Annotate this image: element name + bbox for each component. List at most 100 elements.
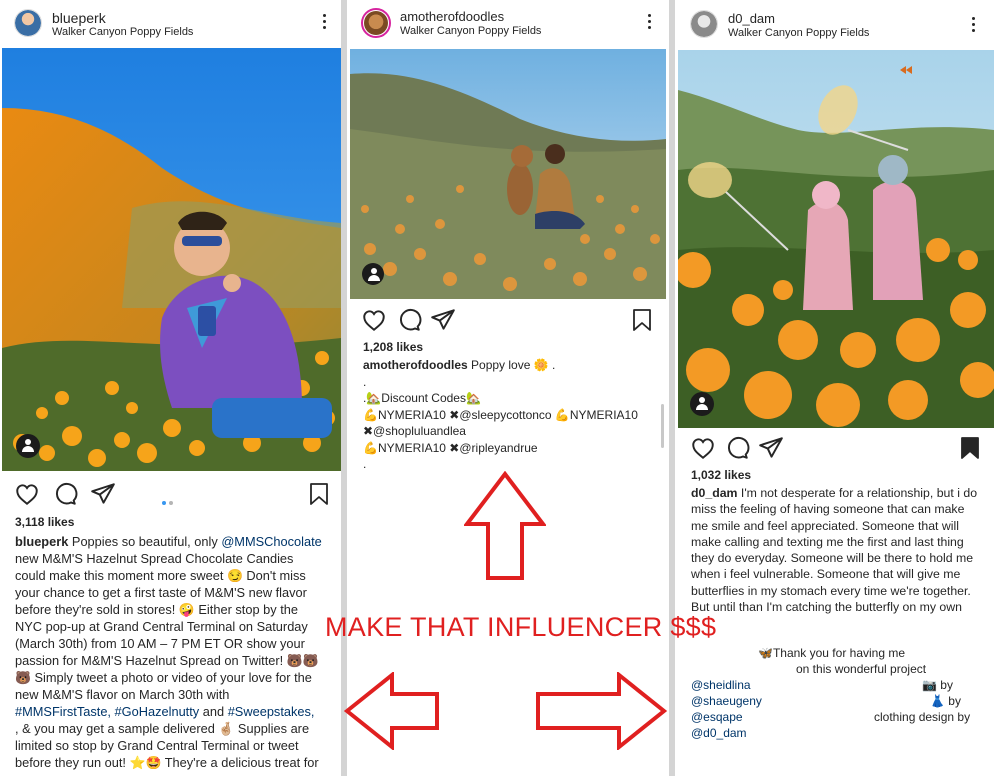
- caption-line: miss the feeling of having someone that …: [691, 502, 965, 517]
- arrow-right-icon: [536, 672, 667, 750]
- caption-username[interactable]: d0_dam: [691, 486, 737, 500]
- mention-d0-dam[interactable]: @d0_dam: [691, 726, 747, 740]
- caption-line: 💪NYMERIA10 ✖@sleepycottonco 💪NYMERIA10: [363, 407, 638, 422]
- caption-line: before they're sold in stores! 🤪 Either …: [15, 602, 298, 617]
- arrow-left-icon: [344, 672, 439, 750]
- bookmark-icon[interactable]: [309, 482, 329, 506]
- mention-shaeugeny[interactable]: @shaeugeny: [691, 694, 762, 708]
- arrow-up-icon: [464, 471, 546, 580]
- caption: amotherofdoodles Poppy love 🌼 . . .🏡Disc…: [363, 357, 656, 472]
- tagged-user-icon[interactable]: [690, 392, 714, 416]
- butterfly-catching-photo: [678, 50, 994, 428]
- caption-line: could make this moment more sweet 😏 Don'…: [15, 568, 306, 583]
- avatar[interactable]: [361, 8, 391, 38]
- caption-line: new M&M'S flavor on March 30th with: [15, 687, 230, 702]
- caption-line: But until than I'm catching the butterfl…: [691, 600, 962, 615]
- caption-line: .🏡Discount Codes🏡: [363, 391, 481, 405]
- caption-username[interactable]: amotherofdoodles: [363, 358, 468, 372]
- post-amotherofdoodles: amotherofdoodles Walker Canyon Poppy Fie…: [350, 0, 666, 472]
- more-options-icon[interactable]: [970, 17, 976, 35]
- caption-username[interactable]: blueperk: [15, 534, 68, 549]
- share-icon[interactable]: [758, 435, 784, 461]
- caption-text: Poppy love 🌼 .: [471, 358, 556, 372]
- comment-icon[interactable]: [396, 307, 422, 333]
- caption-line: , & you may get a sample delivered 🤞🏼 Su…: [15, 721, 310, 736]
- caption-line: Poppies so beautiful, only: [71, 534, 218, 549]
- caption-line: I'm not desperate for a relationship, bu…: [740, 486, 978, 500]
- credit-text: clothing design by: [874, 710, 971, 724]
- caption-line: make calling and texting me the first an…: [691, 534, 964, 549]
- avatar[interactable]: [14, 9, 42, 37]
- caption-line: 🐻 Simply tweet a photo or video of your …: [15, 670, 312, 685]
- mention-link[interactable]: @MMSChocolate: [221, 534, 321, 549]
- post-photo[interactable]: [350, 49, 666, 299]
- post-d0-dam: d0_dam Walker Canyon Poppy Fields 1,032 …: [678, 0, 994, 745]
- scrollbar[interactable]: [661, 404, 664, 448]
- action-bar: [678, 430, 994, 470]
- caption: blueperk Poppies so beautiful, only @MMS…: [15, 533, 331, 771]
- tagged-user-icon[interactable]: [362, 263, 384, 285]
- action-bar: [350, 301, 666, 341]
- caption-word: and: [202, 704, 225, 719]
- location[interactable]: Walker Canyon Poppy Fields: [400, 25, 541, 37]
- location[interactable]: Walker Canyon Poppy Fields: [52, 26, 193, 38]
- caption-line: when i feel vulnerable. Someone that wil…: [691, 567, 961, 582]
- username[interactable]: amotherofdoodles: [400, 9, 504, 24]
- thanks-line-2: on this wonderful project: [796, 662, 927, 676]
- post-blueperk: blueperk Walker Canyon Poppy Fields 3,11…: [2, 0, 341, 776]
- caption-line: passion for M&M'S Hazelnut Spread on Twi…: [15, 653, 319, 668]
- like-count[interactable]: 1,032 likes: [691, 468, 751, 482]
- location[interactable]: Walker Canyon Poppy Fields: [728, 27, 869, 39]
- carousel-dots: [162, 492, 176, 510]
- avatar[interactable]: [690, 10, 718, 38]
- like-count[interactable]: 1,208 likes: [363, 340, 423, 354]
- username[interactable]: blueperk: [52, 10, 106, 26]
- post-photo[interactable]: [2, 48, 341, 471]
- more-options-icon[interactable]: [646, 14, 652, 32]
- post-photo[interactable]: [678, 50, 994, 428]
- post-header: d0_dam Walker Canyon Poppy Fields: [678, 0, 994, 44]
- tagged-user-icon[interactable]: [16, 434, 40, 458]
- like-heart-icon[interactable]: [361, 307, 387, 333]
- more-options-icon[interactable]: [321, 14, 327, 32]
- caption-line: (March 30th) from 10 AM – 7 PM ET OR sho…: [15, 636, 305, 651]
- overlay-headline: MAKE THAT INFLUENCER $$$: [325, 612, 717, 642]
- caption-line: limited so stop by Grand Central Termina…: [15, 738, 299, 753]
- caption-line: .: [363, 457, 367, 471]
- hashtag-link[interactable]: #MMSFirstTaste, #GoHazelnutty: [15, 704, 199, 719]
- like-heart-icon[interactable]: [14, 481, 40, 507]
- poppy-field-photo: [350, 49, 666, 299]
- caption-line: me smile and feel appreciated. Someone t…: [691, 518, 959, 533]
- share-icon[interactable]: [430, 307, 456, 333]
- caption-line: butterflies in my stomach every time we'…: [691, 583, 971, 598]
- post-header: blueperk Walker Canyon Poppy Fields: [2, 0, 341, 44]
- bookmark-saved-icon[interactable]: [960, 436, 980, 460]
- action-bar: [2, 473, 341, 513]
- like-count[interactable]: 3,118 likes: [15, 515, 74, 529]
- caption-line: .: [363, 374, 367, 389]
- credit-text: 📷 by: [922, 678, 953, 692]
- mention-sheidlina[interactable]: @sheidlina: [691, 678, 751, 692]
- divider-middle: [669, 0, 675, 776]
- hashtag-link[interactable]: #Sweepstakes,: [228, 704, 315, 719]
- caption-line: your chance to get a first taste of M&M'…: [15, 585, 307, 600]
- comment-icon[interactable]: [724, 435, 750, 461]
- caption-line: before they run out! ⭐🤩 They're a delici…: [15, 755, 319, 770]
- caption: d0_dam I'm not desperate for a relations…: [691, 485, 984, 615]
- mention-esqape[interactable]: @esqape: [691, 710, 743, 724]
- credit-text: 👗 by: [930, 694, 961, 708]
- post-header: amotherofdoodles Walker Canyon Poppy Fie…: [350, 0, 666, 44]
- divider-left: [341, 0, 347, 776]
- bookmark-icon[interactable]: [632, 308, 652, 332]
- thanks-line-1: 🦋Thank you for having me: [758, 646, 906, 660]
- caption-line: ✖@shopluluandlea: [363, 424, 466, 438]
- like-heart-icon[interactable]: [690, 435, 716, 461]
- caption-line: 💪NYMERIA10 ✖@ripleyandrue: [363, 440, 538, 455]
- share-icon[interactable]: [90, 481, 116, 507]
- caption-line: NYC pop-up at Grand Central Terminal on …: [15, 619, 308, 634]
- caption-line: they do everyday. Someone will be there …: [691, 551, 974, 566]
- poppy-field-photo: [2, 48, 341, 471]
- caption-line: new M&M'S Hazelnut Spread Chocolate Cand…: [15, 551, 294, 566]
- comment-icon[interactable]: [52, 481, 78, 507]
- username[interactable]: d0_dam: [728, 11, 775, 26]
